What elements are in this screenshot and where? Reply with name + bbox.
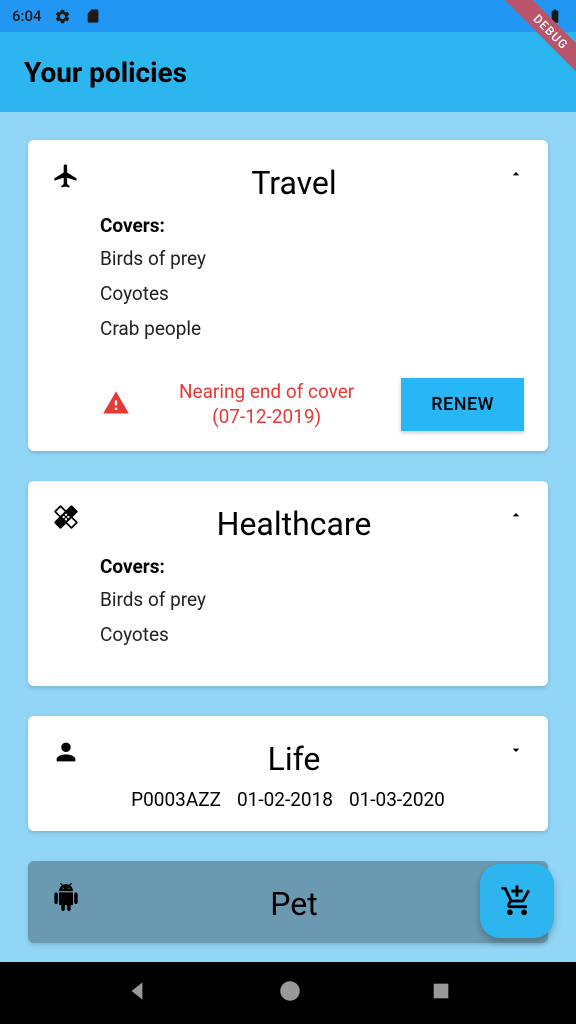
back-button[interactable] — [124, 978, 150, 1008]
card-title: Travel — [80, 164, 508, 202]
add-cart-fab[interactable] — [480, 864, 554, 938]
start-date: 01-02-2018 — [237, 788, 333, 811]
warning-text: Nearing end of cover (07-12-2019) — [148, 380, 385, 429]
cover-item: Birds of prey — [100, 247, 476, 270]
covers-label: Covers: — [100, 214, 476, 237]
page-title: Your policies — [24, 56, 187, 89]
status-left: 6:04 — [12, 7, 102, 25]
warning-line1: Nearing end of cover — [179, 380, 354, 403]
cover-item: Coyotes — [100, 623, 476, 646]
bandage-icon — [52, 503, 80, 531]
policy-card-healthcare[interactable]: Healthcare Covers: Birds of prey Coyotes — [28, 481, 548, 686]
policy-card-life[interactable]: Life P0003AZZ 01-02-2018 01-03-2020 — [28, 716, 548, 831]
cover-item: Coyotes — [100, 282, 476, 305]
app-bar: Your policies — [0, 32, 576, 112]
chevron-up-icon[interactable] — [508, 166, 524, 186]
card-header: Healthcare — [52, 501, 524, 543]
warning-icon — [100, 389, 132, 421]
chevron-down-icon[interactable] — [508, 742, 524, 762]
policy-number: P0003AZZ — [131, 788, 221, 811]
warning-row: Nearing end of cover (07-12-2019) RENEW — [100, 378, 524, 431]
card-header: Life — [52, 736, 524, 778]
cover-item: Birds of prey — [100, 588, 476, 611]
status-time: 6:04 — [12, 7, 42, 25]
system-nav-bar — [0, 962, 576, 1024]
content: Travel Covers: Birds of prey Coyotes Cra… — [0, 112, 576, 971]
card-header: Pet — [52, 881, 524, 923]
policy-card-pet[interactable]: Pet — [28, 861, 548, 943]
warning-line2: (07-12-2019) — [212, 405, 321, 428]
cover-item: Crab people — [100, 317, 476, 340]
gear-icon — [54, 7, 72, 25]
person-icon — [52, 738, 80, 766]
covers-label: Covers: — [100, 555, 476, 578]
policy-card-travel[interactable]: Travel Covers: Birds of prey Coyotes Cra… — [28, 140, 548, 451]
android-icon — [52, 883, 80, 911]
status-bar: 6:04 — [0, 0, 576, 32]
card-title: Pet — [80, 885, 508, 923]
recents-button[interactable] — [430, 980, 452, 1006]
end-date: 01-03-2020 — [349, 788, 445, 811]
renew-button[interactable]: RENEW — [401, 378, 524, 431]
sd-card-icon — [84, 7, 102, 25]
card-body: Covers: Birds of prey Coyotes — [52, 543, 524, 666]
life-info: P0003AZZ 01-02-2018 01-03-2020 — [52, 788, 524, 811]
card-title: Life — [80, 740, 508, 778]
airplane-icon — [52, 162, 80, 190]
card-title: Healthcare — [80, 505, 508, 543]
chevron-up-icon[interactable] — [508, 507, 524, 527]
card-body: Covers: Birds of prey Coyotes Crab peopl… — [52, 202, 524, 360]
home-button[interactable] — [277, 978, 303, 1008]
card-header: Travel — [52, 160, 524, 202]
